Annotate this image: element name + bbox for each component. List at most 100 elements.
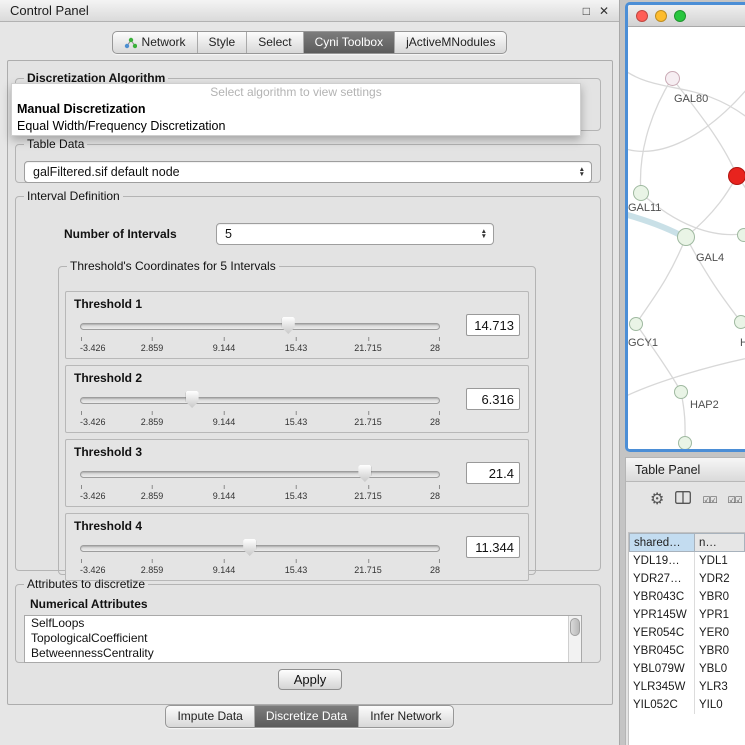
table-row[interactable]: YER054CYER0	[629, 624, 745, 642]
network-node[interactable]	[629, 317, 643, 331]
table-cell[interactable]: YLR345W	[629, 678, 695, 696]
threshold-value-input[interactable]	[466, 462, 520, 484]
slider-track[interactable]	[80, 323, 440, 330]
tab-select[interactable]: Select	[247, 32, 303, 53]
table-cell[interactable]: YDR27…	[629, 570, 695, 588]
table-row[interactable]: YBR045CYBR0	[629, 642, 745, 660]
minimize-button[interactable]	[655, 10, 667, 22]
table-cell[interactable]: YER054C	[629, 624, 695, 642]
slider-tick-label: -3.426	[80, 343, 106, 353]
table-cell[interactable]: YIL0	[695, 696, 745, 714]
slider-thumb[interactable]	[358, 465, 371, 482]
slider-track[interactable]	[80, 397, 440, 404]
slider-tick-label: 21.715	[354, 565, 382, 575]
threshold-value-input[interactable]	[466, 314, 520, 336]
network-node[interactable]	[678, 436, 692, 450]
node-label: H	[740, 337, 745, 349]
float-window-icon[interactable]: □	[583, 4, 590, 18]
table-cell[interactable]: YPR1	[695, 606, 745, 624]
slider-tick-label: 2.859	[141, 343, 164, 353]
network-node[interactable]	[633, 185, 649, 201]
attribute-list-item[interactable]: BetweennessCentrality	[25, 646, 581, 661]
node-label: GAL4	[696, 252, 724, 264]
threshold-label: Threshold 2	[74, 371, 142, 385]
node-label: HAP2	[690, 399, 719, 411]
tab-style[interactable]: Style	[198, 32, 248, 53]
threshold-label: Threshold 4	[74, 519, 142, 533]
slider-thumb[interactable]	[186, 391, 199, 408]
table-cell[interactable]: YBL0	[695, 660, 745, 678]
tab-impute-data[interactable]: Impute Data	[166, 706, 254, 727]
column-layout-icon[interactable]	[675, 491, 691, 509]
slider-track[interactable]	[80, 471, 440, 478]
column-header-shared-name[interactable]: shared…	[629, 533, 695, 552]
tab-cyni-toolbox[interactable]: Cyni Toolbox	[304, 32, 395, 53]
network-node-selected[interactable]	[728, 167, 745, 185]
slider: -3.4262.8599.14415.4321.71528	[80, 538, 440, 578]
network-node[interactable]	[677, 228, 695, 246]
node-label: GCY1	[628, 337, 658, 349]
cyni-toolbox-panel: Discretization Algorithm Select algorith…	[7, 60, 613, 705]
table-row[interactable]: YLR345WYLR3	[629, 678, 745, 696]
select-columns-icon[interactable]: ☑☑	[702, 495, 716, 506]
apply-button[interactable]: Apply	[278, 669, 342, 690]
table-cell[interactable]: YLR3	[695, 678, 745, 696]
table-row[interactable]: YDR27…YDR2	[629, 570, 745, 588]
table-cell[interactable]: YBR045C	[629, 642, 695, 660]
table-row[interactable]: YIL052CYIL0	[629, 696, 745, 714]
tab-discretize-data[interactable]: Discretize Data	[255, 706, 359, 727]
table-cell[interactable]: YDL19…	[629, 552, 695, 570]
table-row[interactable]: YDL19…YDL1	[629, 552, 745, 570]
slider-tick-label: 2.859	[141, 417, 164, 427]
table-cell[interactable]: YER0	[695, 624, 745, 642]
tab-infer-network[interactable]: Infer Network	[359, 706, 452, 727]
table-data-combo[interactable]: galFiltered.sif default node ▲▼	[24, 161, 592, 183]
table-row[interactable]: YBL079WYBL0	[629, 660, 745, 678]
table-row[interactable]: YBR043CYBR0	[629, 588, 745, 606]
interval-definition-group: Interval Definition Number of Intervals …	[15, 189, 601, 571]
slider-tick-label: 2.859	[141, 565, 164, 575]
number-of-intervals-combo[interactable]: 5 ▲▼	[216, 223, 494, 245]
settings-gear-icon[interactable]: ⚙	[650, 492, 664, 508]
combo-stepper-icon[interactable]: ▲▼	[481, 229, 487, 239]
network-node[interactable]	[674, 385, 688, 399]
scrollbar-thumb[interactable]	[570, 618, 580, 636]
table-cell[interactable]: YPR145W	[629, 606, 695, 624]
node-table: shared… n… YDL19…YDL1YDR27…YDR2YBR043CYB…	[628, 532, 745, 745]
network-node[interactable]	[665, 71, 680, 86]
zoom-button[interactable]	[674, 10, 686, 22]
attribute-list-item[interactable]: SelfLoops	[25, 616, 581, 631]
table-cell[interactable]: YBR0	[695, 588, 745, 606]
table-cell[interactable]: YIL052C	[629, 696, 695, 714]
table-cell[interactable]: YBR0	[695, 642, 745, 660]
threshold-value-input[interactable]	[466, 536, 520, 558]
tab-label: Style	[209, 35, 236, 50]
algorithm-option-equal-width[interactable]: Equal Width/Frequency Discretization	[12, 118, 580, 135]
attribute-list-item[interactable]: TopologicalCoefficient	[25, 631, 581, 646]
close-window-icon[interactable]: ✕	[599, 4, 609, 18]
slider-thumb[interactable]	[282, 317, 295, 334]
threshold-panel: Threshold 3 -3.4262.8599.14415.4321.7152…	[65, 439, 529, 507]
network-icon	[124, 37, 137, 49]
combo-stepper-icon[interactable]: ▲▼	[579, 167, 585, 177]
table-cell[interactable]: YDR2	[695, 570, 745, 588]
numerical-attributes-list[interactable]: SelfLoopsTopologicalCoefficientBetweenne…	[24, 615, 582, 663]
select-rows-icon[interactable]: ☑☑	[727, 495, 741, 506]
table-cell[interactable]: YBL079W	[629, 660, 695, 678]
threshold-value-input[interactable]	[466, 388, 520, 410]
network-node[interactable]	[737, 228, 745, 242]
list-scrollbar[interactable]	[568, 616, 581, 662]
slider-ticks: -3.4262.8599.14415.4321.71528	[80, 412, 440, 426]
algorithm-option-manual[interactable]: Manual Discretization	[12, 101, 580, 118]
close-button[interactable]	[636, 10, 648, 22]
slider-thumb[interactable]	[243, 539, 256, 556]
tab-jactivemnodules[interactable]: jActiveMNodules	[395, 32, 506, 53]
slider-track[interactable]	[80, 545, 440, 552]
table-row[interactable]: YPR145WYPR1	[629, 606, 745, 624]
network-node[interactable]	[734, 315, 745, 329]
column-header-name[interactable]: n…	[695, 533, 745, 552]
table-cell[interactable]: YBR043C	[629, 588, 695, 606]
table-cell[interactable]: YDL1	[695, 552, 745, 570]
network-canvas[interactable]: GAL80 GAL11 GAL4 GCY1 HAP2 H	[628, 27, 745, 449]
tab-network[interactable]: Network	[113, 32, 198, 53]
